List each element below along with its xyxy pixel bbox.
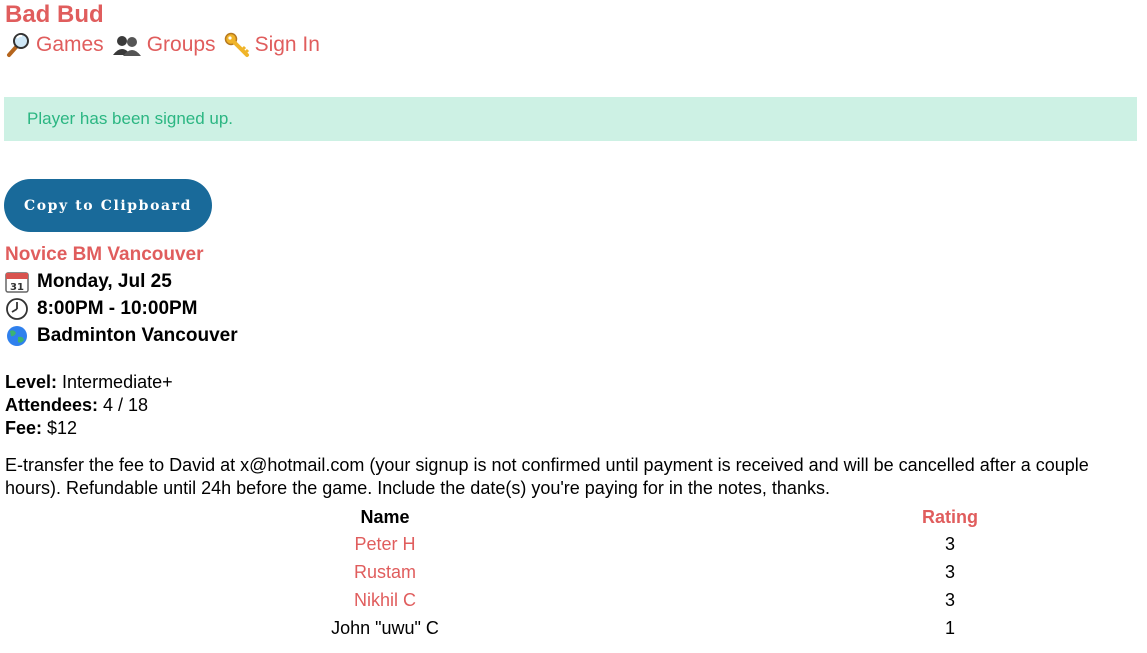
page: Bad Bud Games Groups Sign In Player has … (0, 0, 1147, 653)
game-time: 8:00PM - 10:00PM (5, 298, 198, 320)
nav-games-label: Games (36, 33, 104, 56)
game-time-text: 8:00PM - 10:00PM (37, 298, 198, 319)
payment-notice: E-transfer the fee to David at x@hotmail… (5, 455, 1089, 498)
svg-text:31: 31 (10, 282, 24, 293)
player-rating: 3 (944, 534, 955, 554)
brand-title[interactable]: Bad Bud (5, 0, 104, 30)
table-row: Peter H 3 (5, 530, 1135, 558)
player-name-link[interactable]: Rustam (5, 558, 765, 586)
table-row: Rustam 3 (5, 558, 1135, 586)
clock-icon (5, 298, 31, 320)
rating-column-header[interactable]: Rating (765, 504, 1135, 530)
game-title-link[interactable]: Novice BM Vancouver (5, 244, 204, 266)
calendar-icon: 31 (5, 271, 31, 293)
game-date-text: Monday, Jul 25 (37, 271, 172, 292)
nav-groups[interactable]: Groups (112, 31, 216, 59)
game-date: 31 Monday, Jul 25 (5, 271, 172, 293)
magnifier-icon (5, 32, 31, 58)
top-nav: Games Groups Sign In (5, 31, 328, 59)
attendees-value: 4 / 18 (103, 395, 149, 415)
level-label: Level: (5, 372, 58, 392)
nav-sign-in[interactable]: Sign In (224, 31, 320, 59)
attendees-label: Attendees: (5, 395, 99, 415)
nav-groups-label: Groups (146, 33, 216, 56)
level-value: Intermediate+ (62, 372, 173, 392)
player-name: John "uwu" C (331, 618, 439, 638)
player-name-link[interactable]: Nikhil C (5, 586, 765, 614)
copy-to-clipboard-button[interactable]: Copy to Clipboard (4, 179, 212, 232)
game-location-text: Badminton Vancouver (37, 325, 238, 346)
fee-label: Fee: (5, 418, 43, 438)
success-flash-message: Player has been signed up. (4, 97, 1137, 141)
globe-icon (5, 325, 31, 347)
player-rating: 1 (944, 618, 955, 638)
player-rating: 3 (944, 562, 955, 582)
level-row: Level: Intermediate+ (5, 371, 173, 393)
nav-games[interactable]: Games (5, 31, 104, 59)
table-row: John "uwu" C 1 (5, 614, 1135, 642)
game-location: Badminton Vancouver (5, 325, 238, 347)
player-name-link[interactable]: Peter H (5, 530, 765, 558)
fee-row: Fee: $12 (5, 417, 77, 439)
player-rating: 3 (944, 590, 955, 610)
attendee-table: Name Rating Peter H 3 Rustam 3 Nikhil C … (5, 504, 1135, 642)
table-header-row: Name Rating (5, 504, 1135, 530)
group-icon (112, 33, 142, 57)
nav-sign-in-label: Sign In (254, 33, 320, 56)
name-column-header: Name (360, 507, 410, 527)
key-icon (224, 32, 250, 58)
fee-value: $12 (47, 418, 78, 438)
attendees-row: Attendees: 4 / 18 (5, 394, 148, 416)
table-row: Nikhil C 3 (5, 586, 1135, 614)
